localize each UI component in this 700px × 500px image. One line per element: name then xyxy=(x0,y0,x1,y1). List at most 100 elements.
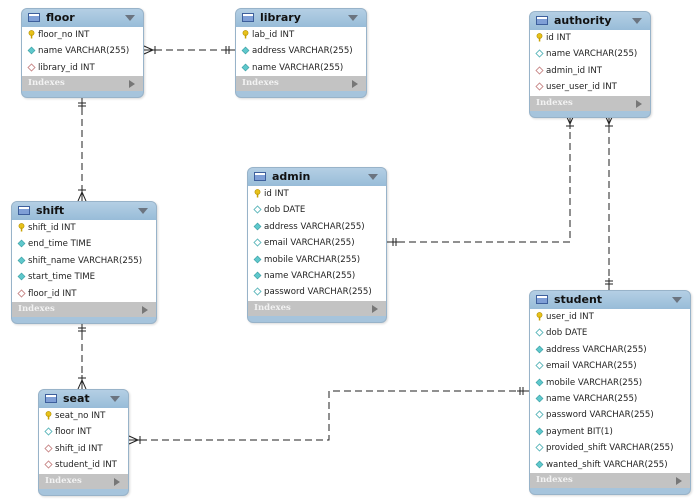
column-label: name VARCHAR(255) xyxy=(546,393,638,404)
column-row[interactable]: shift_id INT xyxy=(39,441,128,457)
collapse-arrow-icon[interactable] xyxy=(672,297,682,303)
table-header[interactable]: seat xyxy=(39,390,128,408)
table-icon xyxy=(242,13,254,22)
column-row[interactable]: password VARCHAR(255) xyxy=(530,407,690,423)
column-row[interactable]: library_id INT xyxy=(22,60,143,76)
nullable-column-icon xyxy=(253,286,262,296)
nullable-column-icon xyxy=(535,327,544,338)
foreign-key-icon xyxy=(17,288,26,298)
table-library[interactable]: library lab_id INT address VARCHAR(255) na… xyxy=(235,8,367,99)
column-label: shift_name VARCHAR(255) xyxy=(28,255,143,266)
column-row[interactable]: id INT xyxy=(248,186,386,202)
column-row[interactable]: end_time TIME xyxy=(12,236,156,252)
table-name: authority xyxy=(554,14,612,27)
column-label: admin_id INT xyxy=(546,65,603,76)
column-row[interactable]: provided_shift VARCHAR(255) xyxy=(530,440,690,456)
table-name: seat xyxy=(63,392,90,405)
column-row[interactable]: admin_id INT xyxy=(530,63,650,79)
column-row[interactable]: wanted_shift VARCHAR(255) xyxy=(530,457,690,473)
column-row[interactable]: password VARCHAR(255) xyxy=(248,284,386,300)
indexes-label: Indexes xyxy=(18,303,55,314)
column-label: dob DATE xyxy=(546,328,588,339)
foreign-key-icon xyxy=(535,65,544,75)
collapse-arrow-icon[interactable] xyxy=(348,15,358,21)
column-row[interactable]: payment BIT(1) xyxy=(530,424,690,440)
nullable-column-icon xyxy=(253,237,262,247)
column-row[interactable]: name VARCHAR(255) xyxy=(22,43,143,59)
indexes-section[interactable]: Indexes xyxy=(530,472,690,488)
column-label: provided_shift VARCHAR(255) xyxy=(546,443,674,454)
column-label: name VARCHAR(255) xyxy=(252,62,344,73)
indexes-section[interactable]: Indexes xyxy=(22,76,143,92)
table-header[interactable]: shift xyxy=(12,202,156,220)
expand-arrow-icon[interactable] xyxy=(636,99,642,108)
column-label: lab_id INT xyxy=(252,30,295,40)
column-row[interactable]: email VARCHAR(255) xyxy=(248,235,386,251)
table-name: student xyxy=(554,293,603,306)
table-seat[interactable]: seat seat_no INT floor INT shift_id INT stu… xyxy=(38,389,129,496)
column-row[interactable]: dob DATE xyxy=(248,202,386,218)
column-label: mobile VARCHAR(255) xyxy=(264,254,361,265)
not-null-column-icon xyxy=(241,45,250,55)
table-student[interactable]: student user_id INT dob DATE address VARCH… xyxy=(529,290,691,495)
column-row[interactable]: shift_name VARCHAR(255) xyxy=(12,253,156,269)
table-icon xyxy=(536,16,548,25)
indexes-section[interactable]: Indexes xyxy=(530,95,650,111)
foreign-key-icon xyxy=(535,81,544,91)
column-row[interactable]: mobile VARCHAR(255) xyxy=(248,252,386,268)
column-row[interactable]: dob DATE xyxy=(530,325,690,341)
collapse-arrow-icon[interactable] xyxy=(632,18,642,24)
column-row[interactable]: name VARCHAR(255) xyxy=(236,60,366,76)
column-row[interactable]: email VARCHAR(255) xyxy=(530,358,690,374)
expand-arrow-icon[interactable] xyxy=(352,80,358,89)
expand-arrow-icon[interactable] xyxy=(129,80,135,89)
table-floor[interactable]: floor floor_no INT name VARCHAR(255) libra… xyxy=(21,8,144,99)
column-row[interactable]: name VARCHAR(255) xyxy=(248,268,386,284)
table-header[interactable]: floor xyxy=(22,9,143,27)
column-row[interactable]: id INT xyxy=(530,30,650,46)
column-row[interactable]: floor INT xyxy=(39,424,128,440)
table-shift[interactable]: shift shift_id INT end_time TIME shift_nam… xyxy=(11,201,157,324)
column-row[interactable]: address VARCHAR(255) xyxy=(236,43,366,59)
table-authority[interactable]: authority id INT name VARCHAR(255) admin_i… xyxy=(529,11,651,118)
column-row[interactable]: mobile VARCHAR(255) xyxy=(530,375,690,391)
indexes-section[interactable]: Indexes xyxy=(248,300,386,316)
indexes-section[interactable]: Indexes xyxy=(236,76,366,92)
column-row[interactable]: address VARCHAR(255) xyxy=(248,219,386,235)
expand-arrow-icon[interactable] xyxy=(114,477,120,486)
table-header[interactable]: authority xyxy=(530,12,650,30)
column-row[interactable]: name VARCHAR(255) xyxy=(530,391,690,407)
nullable-column-icon xyxy=(535,409,544,419)
table-admin[interactable]: admin id INT dob DATE address VARCHAR(255)… xyxy=(247,167,387,323)
column-row[interactable]: floor_no INT xyxy=(22,27,143,43)
collapse-arrow-icon[interactable] xyxy=(138,208,148,214)
table-icon xyxy=(28,13,40,22)
column-row[interactable]: start_time TIME xyxy=(12,269,156,285)
table-header[interactable]: library xyxy=(236,9,366,27)
collapse-arrow-icon[interactable] xyxy=(125,15,135,21)
indexes-label: Indexes xyxy=(536,474,573,485)
column-row[interactable]: seat_no INT xyxy=(39,408,128,424)
column-row[interactable]: user_user_id INT xyxy=(530,79,650,95)
column-row[interactable]: name VARCHAR(255) xyxy=(530,46,650,62)
column-row[interactable]: address VARCHAR(255) xyxy=(530,342,690,358)
column-label: user_id INT xyxy=(546,312,594,322)
column-row[interactable]: user_id INT xyxy=(530,309,690,325)
nullable-column-icon xyxy=(535,48,544,59)
table-icon xyxy=(254,172,266,181)
column-row[interactable]: floor_id INT xyxy=(12,286,156,302)
expand-arrow-icon[interactable] xyxy=(142,305,148,314)
collapse-arrow-icon[interactable] xyxy=(110,396,120,402)
column-label: start_time TIME xyxy=(28,272,96,283)
expand-arrow-icon[interactable] xyxy=(676,476,682,485)
table-header[interactable]: student xyxy=(530,291,690,309)
expand-arrow-icon[interactable] xyxy=(372,304,378,313)
column-row[interactable]: student_id INT xyxy=(39,457,128,473)
column-label: email VARCHAR(255) xyxy=(546,361,637,372)
column-row[interactable]: shift_id INT xyxy=(12,220,156,236)
table-header[interactable]: admin xyxy=(248,168,386,186)
column-row[interactable]: lab_id INT xyxy=(236,27,366,43)
indexes-section[interactable]: Indexes xyxy=(39,473,128,489)
indexes-section[interactable]: Indexes xyxy=(12,301,156,317)
collapse-arrow-icon[interactable] xyxy=(368,174,378,180)
